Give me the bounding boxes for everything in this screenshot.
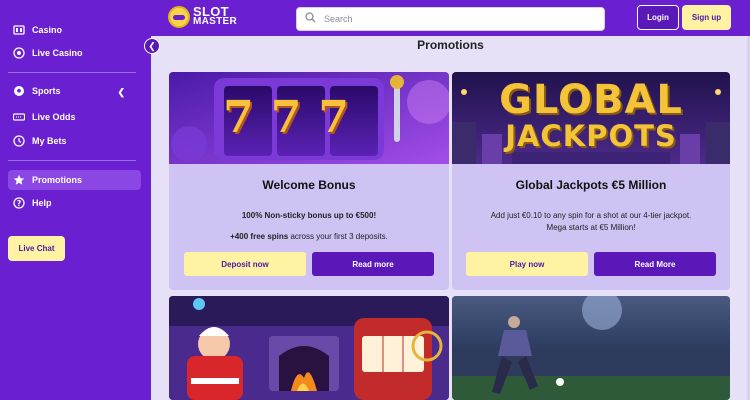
sidebar-item-live-casino[interactable]: Live Casino	[8, 43, 141, 63]
promo-image-christmas-slots	[169, 296, 449, 400]
svg-text:?: ?	[17, 199, 21, 208]
promo-image-text-jackpots: JACKPOTS	[505, 119, 677, 153]
sidebar-item-help[interactable]: ? Help	[8, 193, 141, 213]
sidebar-item-label: Casino	[32, 25, 63, 35]
logo-coin-icon	[168, 6, 190, 28]
sidebar-item-promotions[interactable]: Promotions	[8, 170, 141, 190]
sidebar-item-sports[interactable]: Sports ❮	[8, 81, 141, 101]
chevron-left-icon[interactable]: ❮	[117, 87, 125, 98]
reel-digit: 7	[223, 92, 254, 143]
sidebar-divider	[8, 160, 136, 161]
promo-highlight: +400 free spins	[230, 232, 289, 241]
search-input[interactable]	[324, 14, 584, 24]
deposit-now-button[interactable]: Deposit now	[184, 252, 306, 276]
star-icon	[13, 174, 25, 186]
play-now-button[interactable]: Play now	[466, 252, 588, 276]
clock-icon	[13, 135, 25, 147]
live-chat-button[interactable]: Live Chat	[8, 236, 65, 261]
scoreboard-icon	[13, 111, 25, 123]
promo-title: Welcome Bonus	[262, 178, 356, 192]
promo-image-text-global: GLOBAL	[499, 77, 683, 123]
reel-digit: 7	[318, 92, 349, 143]
promo-title: Global Jackpots €5 Million	[515, 178, 667, 192]
help-icon: ?	[13, 197, 25, 209]
sidebar-item-label: Live Casino	[32, 48, 83, 58]
promo-description: 100% Non-sticky bonus up to €500!	[241, 211, 377, 220]
sidebar-item-label: Live Odds	[32, 112, 76, 122]
chip-icon	[13, 47, 25, 59]
reel-digit: 7	[270, 92, 302, 143]
promo-card-christmas	[169, 296, 449, 400]
promo-description-rest: across your first 3 deposits.	[288, 232, 388, 241]
promo-card-welcome: 7 7 7 Welcome Bonus 100% Non-sticky bonu…	[169, 72, 449, 290]
sidebar-item-my-bets[interactable]: My Bets	[8, 131, 141, 151]
search-icon	[305, 10, 316, 28]
sidebar-item-label: Promotions	[32, 175, 83, 185]
sidebar-item-label: My Bets	[32, 136, 67, 146]
promo-description: Add just €0.10 to any spin for a shot at…	[490, 211, 692, 220]
sidebar-item-label: Sports	[32, 86, 61, 96]
page-title: Promotions	[417, 38, 484, 52]
search-bar[interactable]	[296, 7, 605, 31]
sidebar-divider	[8, 72, 136, 73]
slot-machine-icon	[13, 24, 25, 36]
read-more-button[interactable]: Read More	[594, 252, 716, 276]
sidebar: Casino Live Casino Sports ❮ Live Odds My…	[0, 0, 151, 400]
promo-description: Mega starts at €5 Million!	[546, 223, 636, 232]
read-more-button[interactable]: Read more	[312, 252, 434, 276]
soccer-ball-icon	[13, 85, 25, 97]
promo-description: +400 free spins across your first 3 depo…	[169, 231, 449, 243]
logo[interactable]: SLOT MASTER	[168, 5, 238, 28]
login-button[interactable]: Login	[637, 5, 679, 30]
sidebar-item-label: Help	[32, 198, 52, 208]
promo-card-football	[452, 296, 730, 400]
promo-card-global-jackpots: GLOBAL JACKPOTS Global Jackpots €5 Milli…	[452, 72, 730, 290]
sidebar-item-casino[interactable]: Casino	[8, 20, 141, 40]
signup-button[interactable]: Sign up	[682, 5, 731, 30]
promo-image-football-stadium	[452, 296, 730, 400]
sidebar-item-live-odds[interactable]: Live Odds	[8, 107, 141, 127]
logo-text-line2: MASTER	[193, 16, 238, 27]
promo-image-reel-digits: 7 7 7	[169, 92, 389, 143]
